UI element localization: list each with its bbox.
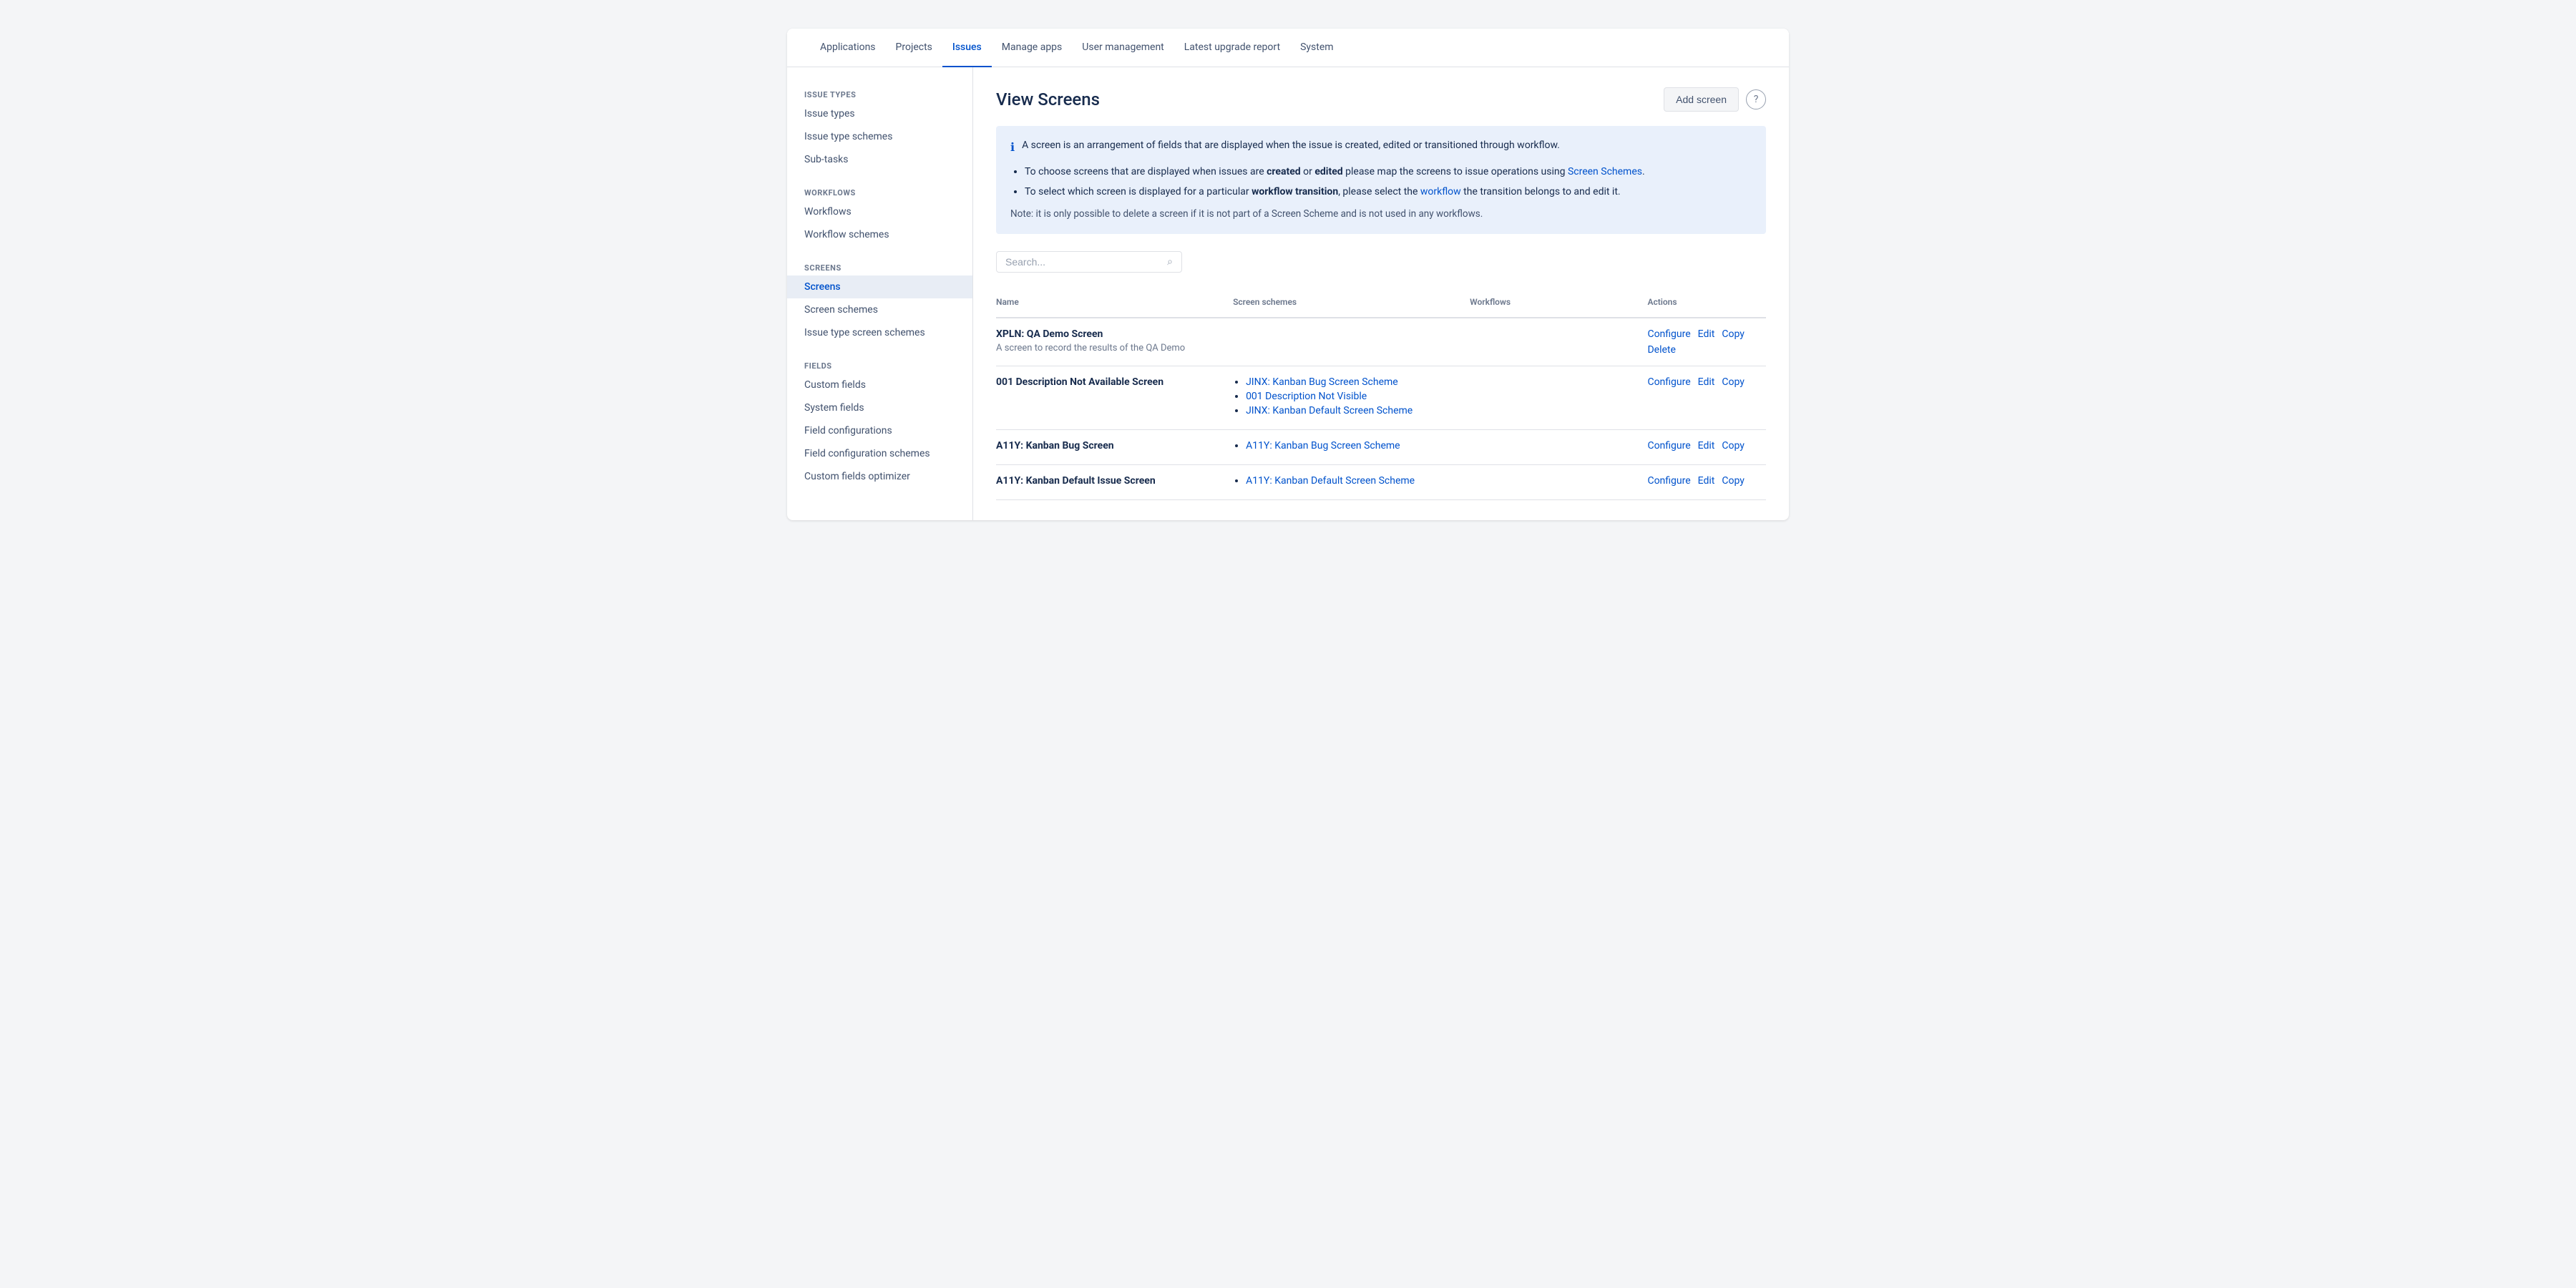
cell-name-4: A11Y: Kanban Default Issue Screen [996,475,1233,487]
scheme-list-4: A11Y: Kanban Default Screen Scheme [1233,475,1464,487]
info-bullet-2: To select which screen is displayed for … [1025,184,1752,200]
info-bullet-1: To choose screens that are displayed whe… [1025,164,1752,180]
action-edit-4[interactable]: Edit [1698,475,1715,487]
action-edit-3[interactable]: Edit [1698,440,1715,452]
table-container: Name Screen schemes Workflows Actions XP… [996,287,1766,500]
cell-schemes-2: JINX: Kanban Bug Screen Scheme 001 Descr… [1233,376,1470,419]
sidebar-item-workflows[interactable]: Workflows [787,200,972,223]
search-icon: ⌕ [1167,256,1173,268]
cell-name-2: 001 Description Not Available Screen [996,376,1233,388]
sidebar-section-workflows: Workflows [787,182,972,200]
sidebar-section-screens: Screens [787,258,972,275]
sidebar-section-issue-types: Issue Types [787,84,972,102]
action-configure-3[interactable]: Configure [1647,440,1690,452]
list-item: JINX: Kanban Bug Screen Scheme [1246,376,1464,388]
cell-name-3: A11Y: Kanban Bug Screen [996,440,1233,452]
action-copy-2[interactable]: Copy [1722,376,1745,388]
list-item: A11Y: Kanban Bug Screen Scheme [1246,440,1464,452]
nav-item-applications[interactable]: Applications [810,29,886,67]
list-item: JINX: Kanban Default Screen Scheme [1246,405,1464,416]
table-row: A11Y: Kanban Default Issue Screen A11Y: … [996,465,1766,500]
info-box-main-text: A screen is an arrangement of fields tha… [1022,137,1560,153]
row-name-4: A11Y: Kanban Default Issue Screen [996,475,1227,487]
cell-name-1: XPLN: QA Demo Screen A screen to record … [996,328,1233,353]
action-configure-1[interactable]: Configure [1647,328,1690,340]
header-actions: Actions [1647,293,1766,311]
nav-item-user-management[interactable]: User management [1072,29,1174,67]
action-delete-1[interactable]: Delete [1647,344,1675,356]
cell-actions-4: Configure Edit Copy [1647,475,1766,487]
nav-item-latest-upgrade-report[interactable]: Latest upgrade report [1174,29,1290,67]
nav-item-manage-apps[interactable]: Manage apps [992,29,1073,67]
sidebar-item-screens[interactable]: Screens [787,275,972,298]
action-configure-4[interactable]: Configure [1647,475,1690,487]
cell-schemes-4: A11Y: Kanban Default Screen Scheme [1233,475,1470,489]
row-name-1: XPLN: QA Demo Screen [996,328,1227,340]
table-row: XPLN: QA Demo Screen A screen to record … [996,318,1766,366]
action-copy-1[interactable]: Copy [1722,328,1745,340]
row-desc-1: A screen to record the results of the QA… [996,343,1227,353]
top-nav: Applications Projects Issues Manage apps… [787,29,1789,67]
action-edit-2[interactable]: Edit [1698,376,1715,388]
action-copy-4[interactable]: Copy [1722,475,1745,487]
info-box-header: ℹ A screen is an arrangement of fields t… [1010,137,1752,157]
main-content: View Screens Add screen ? ℹ A screen is … [973,67,1789,520]
cell-actions-1: Configure Edit Copy Delete [1647,328,1766,356]
header-screen-schemes: Screen schemes [1233,293,1470,311]
help-icon[interactable]: ? [1746,89,1766,109]
scheme-list-3: A11Y: Kanban Bug Screen Scheme [1233,440,1464,452]
cell-actions-2: Configure Edit Copy [1647,376,1766,388]
sidebar-item-screen-schemes[interactable]: Screen schemes [787,298,972,321]
list-item: 001 Description Not Visible [1246,391,1464,402]
table-row: 001 Description Not Available Screen JIN… [996,366,1766,430]
search-bar: ⌕ [996,251,1182,273]
table-row: A11Y: Kanban Bug Screen A11Y: Kanban Bug… [996,430,1766,465]
sidebar-item-system-fields[interactable]: System fields [787,396,972,419]
nav-item-system[interactable]: System [1290,29,1343,67]
info-note: Note: it is only possible to delete a sc… [1010,207,1752,223]
scheme-list-2: JINX: Kanban Bug Screen Scheme 001 Descr… [1233,376,1464,416]
sidebar-item-issue-type-schemes[interactable]: Issue type schemes [787,125,972,148]
header-name: Name [996,293,1233,311]
list-item: A11Y: Kanban Default Screen Scheme [1246,475,1464,487]
scheme-link-001-desc[interactable]: 001 Description Not Visible [1246,391,1367,402]
nav-item-projects[interactable]: Projects [886,29,942,67]
sidebar-item-workflow-schemes[interactable]: Workflow schemes [787,223,972,246]
scheme-link-jinx-default[interactable]: JINX: Kanban Default Screen Scheme [1246,405,1413,416]
info-box-list: To choose screens that are displayed whe… [1010,164,1752,200]
search-input[interactable] [1005,256,1167,268]
main-container: Applications Projects Issues Manage apps… [787,29,1789,520]
sidebar-item-issue-type-screen-schemes[interactable]: Issue type screen schemes [787,321,972,344]
action-configure-2[interactable]: Configure [1647,376,1690,388]
sidebar: Issue Types Issue types Issue type schem… [787,67,973,520]
add-screen-button[interactable]: Add screen [1664,87,1739,112]
row-name-3: A11Y: Kanban Bug Screen [996,440,1227,452]
sidebar-item-custom-fields[interactable]: Custom fields [787,374,972,396]
cell-actions-3: Configure Edit Copy [1647,440,1766,452]
row-name-2: 001 Description Not Available Screen [996,376,1227,388]
page-title: View Screens [996,89,1100,109]
scheme-link-a11y-bug[interactable]: A11Y: Kanban Bug Screen Scheme [1246,440,1400,452]
scheme-link-a11y-default[interactable]: A11Y: Kanban Default Screen Scheme [1246,475,1415,487]
header-workflows: Workflows [1470,293,1647,311]
action-copy-3[interactable]: Copy [1722,440,1745,452]
sidebar-item-custom-fields-optimizer[interactable]: Custom fields optimizer [787,465,972,488]
screen-schemes-link[interactable]: Screen Schemes [1568,166,1642,177]
content-layout: Issue Types Issue types Issue type schem… [787,67,1789,520]
header-actions: Add screen ? [1664,87,1766,112]
sidebar-item-field-configurations[interactable]: Field configurations [787,419,972,442]
info-circle-icon: ℹ [1010,138,1015,157]
sidebar-item-sub-tasks[interactable]: Sub-tasks [787,148,972,171]
nav-item-issues[interactable]: Issues [942,29,992,67]
workflow-link[interactable]: workflow [1420,186,1461,197]
info-box: ℹ A screen is an arrangement of fields t… [996,126,1766,234]
cell-schemes-3: A11Y: Kanban Bug Screen Scheme [1233,440,1470,454]
sidebar-item-field-configuration-schemes[interactable]: Field configuration schemes [787,442,972,465]
scheme-link-jinx-bug[interactable]: JINX: Kanban Bug Screen Scheme [1246,376,1398,388]
sidebar-section-fields: Fields [787,356,972,374]
sidebar-item-issue-types[interactable]: Issue types [787,102,972,125]
table-header: Name Screen schemes Workflows Actions [996,287,1766,318]
page-header: View Screens Add screen ? [996,87,1766,112]
action-edit-1[interactable]: Edit [1698,328,1715,340]
